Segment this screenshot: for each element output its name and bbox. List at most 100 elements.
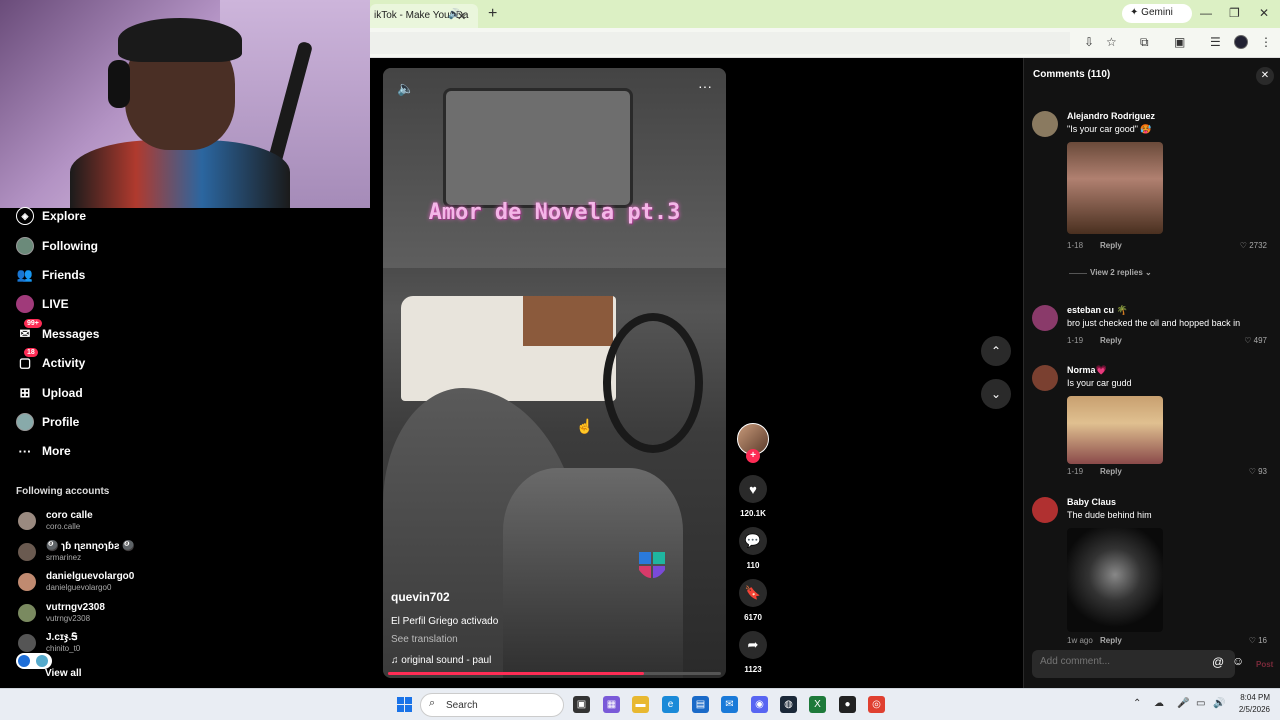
messages-icon: ✉ 99+ <box>16 319 42 343</box>
discord-icon[interactable]: ◉ <box>751 696 768 713</box>
clock-time[interactable]: 8:04 PM <box>1230 693 1270 702</box>
avatar[interactable] <box>1032 365 1058 391</box>
sidebar-item-label: More <box>42 444 71 458</box>
new-tab-button[interactable]: + <box>488 5 497 23</box>
chevron-down-icon: ⌄ <box>990 387 1002 401</box>
reply-button[interactable]: Reply <box>1100 241 1122 250</box>
address-input[interactable] <box>370 32 1070 54</box>
comment-author[interactable]: Norma💗 <box>1067 365 1107 376</box>
view-replies-button[interactable]: View 2 replies ⌄ <box>1090 268 1152 277</box>
sidebar-item-messages[interactable]: ✉ 99+ Messages <box>16 319 99 345</box>
comment-author[interactable]: esteban cu 🌴 <box>1067 305 1128 316</box>
view-all-link[interactable]: View all <box>45 668 82 679</box>
edge-icon[interactable]: e <box>662 696 679 713</box>
streamer-cap <box>118 18 242 62</box>
share-button[interactable]: ➦ <box>739 631 767 659</box>
gemini-button[interactable]: ✦ Gemini <box>1122 4 1192 23</box>
network-icon[interactable]: ☁ <box>1154 698 1164 709</box>
emoji-icon[interactable]: ☺ <box>1232 654 1244 668</box>
like-count: 120.1K <box>740 509 766 518</box>
search-icon: ⌕ <box>429 697 436 709</box>
steam-icon[interactable]: ◍ <box>780 696 797 713</box>
display-icon[interactable]: ▭ <box>1196 698 1205 709</box>
taskbar-search[interactable]: ⌕ Search <box>420 693 564 717</box>
next-video-button[interactable]: ⌄ <box>981 379 1011 409</box>
close-window-button[interactable]: ✕ <box>1259 6 1269 20</box>
menu-dots-icon[interactable]: ⋮ <box>1260 35 1272 49</box>
install-app-icon[interactable]: ⇩ <box>1084 35 1094 49</box>
comment-like-count: 2732 <box>1249 241 1267 250</box>
volume-icon[interactable]: 🔈 <box>397 80 414 97</box>
comment-button[interactable]: 💬 <box>739 527 767 555</box>
file-explorer-icon[interactable]: ▬ <box>632 696 649 713</box>
comment-like-button[interactable]: ♡ 16 <box>1249 636 1267 645</box>
sidebar-item-upload[interactable]: ⊞ Upload <box>16 382 83 404</box>
video-username[interactable]: quevin702 <box>391 590 450 604</box>
comment-image[interactable] <box>1067 528 1163 632</box>
follow-plus-icon[interactable]: + <box>746 449 760 463</box>
microphone-icon[interactable]: 🎤 <box>1177 698 1189 709</box>
comment-input-box[interactable]: @ ☺ <box>1032 650 1244 678</box>
following-account[interactable]: coro calle coro.calle <box>18 510 218 536</box>
music-link[interactable]: ♫ original sound - paul <box>391 655 491 666</box>
chrome-icon[interactable]: ◎ <box>868 696 885 713</box>
like-button[interactable]: ♥ <box>739 475 767 503</box>
comment-image[interactable] <box>1067 396 1163 464</box>
more-options-icon[interactable]: ··· <box>698 78 712 94</box>
speaker-icon[interactable]: 🔊 <box>1213 698 1225 709</box>
see-translation-link[interactable]: See translation <box>391 634 458 645</box>
reading-list-icon[interactable]: ☰ <box>1210 35 1221 49</box>
clock-date[interactable]: 2/5/2026 <box>1230 705 1270 714</box>
outlook-icon[interactable]: ✉ <box>721 696 738 713</box>
media-control-icon[interactable]: ▣ <box>1174 35 1185 49</box>
reply-button[interactable]: Reply <box>1100 636 1122 645</box>
extensions-icon[interactable]: ⧉ <box>1140 35 1149 50</box>
bookmark-star-icon[interactable]: ☆ <box>1106 35 1117 49</box>
comment-like-button[interactable]: ♡ 93 <box>1249 467 1267 476</box>
sidebar-item-live[interactable]: LIVE <box>16 293 69 315</box>
following-account[interactable]: vutrngv2308 vutrngv2308 <box>18 602 218 628</box>
comment-like-button[interactable]: ♡ 2732 <box>1240 241 1267 250</box>
reply-button[interactable]: Reply <box>1100 336 1122 345</box>
close-comments-button[interactable]: ✕ <box>1256 67 1274 85</box>
comment-text: Is your car gudd <box>1067 378 1132 388</box>
task-view-icon[interactable]: ▣ <box>573 696 590 713</box>
gemini-label: Gemini <box>1141 7 1173 18</box>
comment-image[interactable] <box>1067 142 1163 234</box>
chevron-up-icon[interactable]: ⌃ <box>1133 698 1141 709</box>
sidebar-item-explore[interactable]: ◈ Explore <box>16 205 86 227</box>
video-progress-bar[interactable] <box>388 672 721 675</box>
following-account[interactable]: 🎱 ɿɓ ɳƨnɳoɿɓƨ 🎱 srmarinez <box>18 541 218 567</box>
following-account[interactable]: danielguevolargo0 danielguevolargo0 <box>18 571 218 597</box>
comment-author[interactable]: Alejandro Rodriguez <box>1067 111 1155 121</box>
store-icon[interactable]: ▦ <box>603 696 620 713</box>
comment-like-button[interactable]: ♡ 497 <box>1244 336 1267 345</box>
excel-icon[interactable]: X <box>809 696 826 713</box>
browser-tab[interactable]: ikTok - Make Your Da 🔊 ✕ <box>370 4 478 28</box>
sidebar-item-more[interactable]: ··· More <box>16 440 71 462</box>
tab-close-icon[interactable]: ✕ <box>457 10 466 23</box>
avatar[interactable] <box>1032 497 1058 523</box>
post-button[interactable]: Post <box>1256 660 1273 669</box>
video-player[interactable]: Amor de Novela pt.3 🔈 ··· quevin702 El P… <box>383 68 726 678</box>
avatar[interactable] <box>1032 111 1058 137</box>
webcam-overlay <box>0 0 370 208</box>
calendar-icon[interactable]: ▤ <box>692 696 709 713</box>
comment-input[interactable] <box>1040 656 1190 667</box>
sidebar-item-friends[interactable]: 👥 Friends <box>16 264 85 286</box>
sidebar-item-activity[interactable]: ▢ 18 Activity <box>16 348 85 374</box>
start-button[interactable] <box>397 697 412 712</box>
reply-button[interactable]: Reply <box>1100 467 1122 476</box>
restore-button[interactable]: ❐ <box>1229 6 1240 20</box>
profile-avatar[interactable] <box>1234 35 1248 49</box>
floating-controls[interactable] <box>16 653 52 669</box>
avatar[interactable] <box>1032 305 1058 331</box>
mention-icon[interactable]: @ <box>1212 655 1224 669</box>
obs-icon[interactable]: ● <box>839 696 856 713</box>
previous-video-button[interactable]: ⌃ <box>981 336 1011 366</box>
comment-author[interactable]: Baby Claus <box>1067 497 1116 507</box>
sidebar-item-following[interactable]: Following <box>16 235 98 257</box>
save-button[interactable]: 🔖 <box>739 579 767 607</box>
minimize-button[interactable]: — <box>1200 6 1212 20</box>
sidebar-item-profile[interactable]: Profile <box>16 411 79 433</box>
